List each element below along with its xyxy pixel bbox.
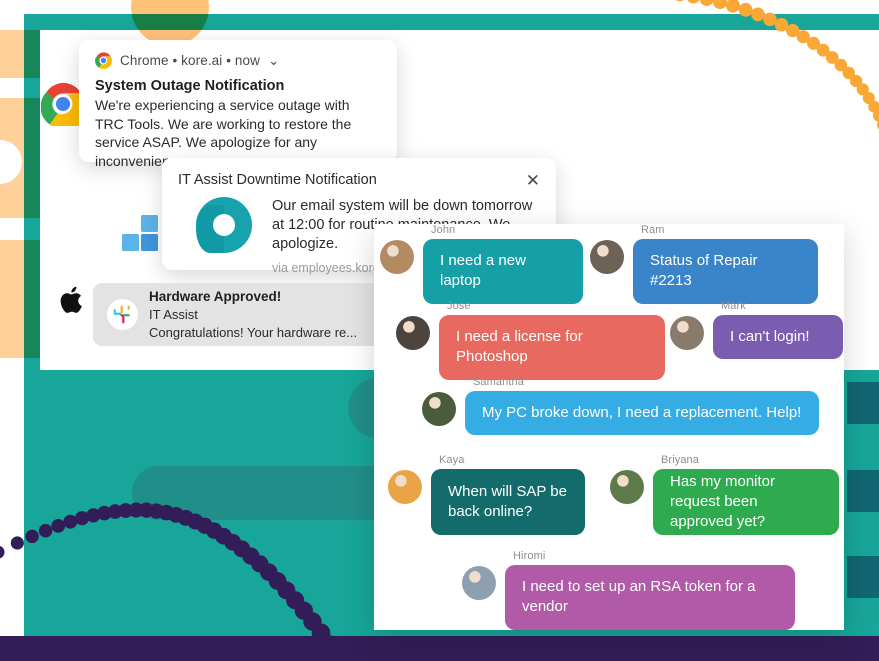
chat-message: Jose I need a license for Photoshop (396, 300, 665, 380)
chat-author-name: Hiromi (513, 550, 546, 562)
chat-message: Kaya When will SAP be back online? (388, 454, 585, 535)
chat-bubble[interactable]: When will SAP be back online? (431, 469, 585, 535)
chat-message: Hiromi I need to set up an RSA token for … (462, 550, 795, 630)
canvas: Chrome • kore.ai • now ⌄ System Outage N… (0, 0, 879, 661)
lavender-accent-block (847, 382, 879, 424)
avatar (610, 470, 644, 504)
chat-panel: John I need a new laptop Ram Status of Repa… (374, 224, 844, 630)
notification-title: IT Assist Downtime Notification (178, 172, 377, 188)
windows-logo-icon (122, 215, 158, 251)
notification-title: System Outage Notification (95, 78, 285, 94)
chevron-down-icon[interactable]: ⌄ (268, 53, 279, 69)
chat-bubble-group: Briyana Has my monitor request been appro… (653, 454, 839, 535)
chat-message: Samantha My PC broke down, I need a repla… (422, 376, 819, 436)
slack-icon (107, 299, 138, 330)
chat-message: John I need a new laptop (380, 224, 583, 304)
chat-bubble[interactable]: I need to set up an RSA token for a vend… (505, 565, 795, 630)
chat-message: Mark I can't login! (670, 300, 843, 360)
notification-meta: Chrome • kore.ai • now ⌄ (95, 52, 381, 69)
avatar (388, 470, 422, 504)
chat-bubble[interactable]: Has my monitor request been approved yet… (653, 469, 839, 535)
notification-app: IT Assist (149, 307, 198, 323)
chat-bubble-group: Ram Status of Repair #2213 (633, 224, 818, 304)
chat-bubble-group: Jose I need a license for Photoshop (439, 300, 665, 380)
bottom-purple-bar (0, 636, 879, 661)
close-icon[interactable]: ✕ (526, 172, 540, 189)
avatar (396, 316, 430, 350)
chat-author-name: Jose (447, 300, 471, 312)
chat-bubble[interactable]: I can't login! (713, 315, 843, 360)
chat-author-name: John (431, 224, 456, 236)
chat-message: Briyana Has my monitor request been appro… (610, 454, 839, 535)
chat-bubble-group: Samantha My PC broke down, I need a repla… (465, 376, 819, 436)
kore-ring-icon (196, 197, 252, 253)
notification-title: Hardware Approved! (149, 288, 282, 304)
avatar (670, 316, 704, 350)
chat-author-name: Kaya (439, 454, 465, 466)
chat-bubble[interactable]: My PC broke down, I need a replacement. … (465, 391, 819, 436)
lavender-accent-block (847, 470, 879, 512)
chat-author-name: Briyana (661, 454, 699, 466)
notification-header: IT Assist Downtime Notification ✕ (178, 172, 540, 189)
orange-accent-block (0, 30, 40, 78)
chat-bubble[interactable]: I need a new laptop (423, 239, 583, 304)
chat-bubble[interactable]: I need a license for Photoshop (439, 315, 665, 380)
chat-bubble-group: Hiromi I need to set up an RSA token for … (505, 550, 795, 630)
hardware-approved-notification-card[interactable]: Hardware Approved! IT Assist Congratulat… (93, 283, 381, 346)
chat-bubble[interactable]: Status of Repair #2213 (633, 239, 818, 304)
chat-bubble-group: Mark I can't login! (713, 300, 843, 360)
avatar (380, 240, 414, 274)
avatar (422, 392, 456, 426)
chat-author-name: Mark (721, 300, 746, 312)
chat-message: Ram Status of Repair #2213 (590, 224, 818, 304)
notification-body: Congratulations! Your hardware re... (149, 324, 358, 340)
orange-accent-block (0, 240, 40, 358)
avatar (590, 240, 624, 274)
notification-source: Chrome • kore.ai • now (120, 53, 260, 68)
chat-bubble-group: John I need a new laptop (423, 224, 583, 304)
avatar (462, 566, 496, 600)
apple-logo-icon (60, 286, 82, 313)
chrome-icon (95, 52, 112, 69)
chat-author-name: Samantha (473, 376, 524, 388)
chat-author-name: Ram (641, 224, 665, 236)
chat-bubble-group: Kaya When will SAP be back online? (431, 454, 585, 535)
chrome-notification-card[interactable]: Chrome • kore.ai • now ⌄ System Outage N… (79, 40, 397, 169)
lavender-accent-block (847, 556, 879, 598)
